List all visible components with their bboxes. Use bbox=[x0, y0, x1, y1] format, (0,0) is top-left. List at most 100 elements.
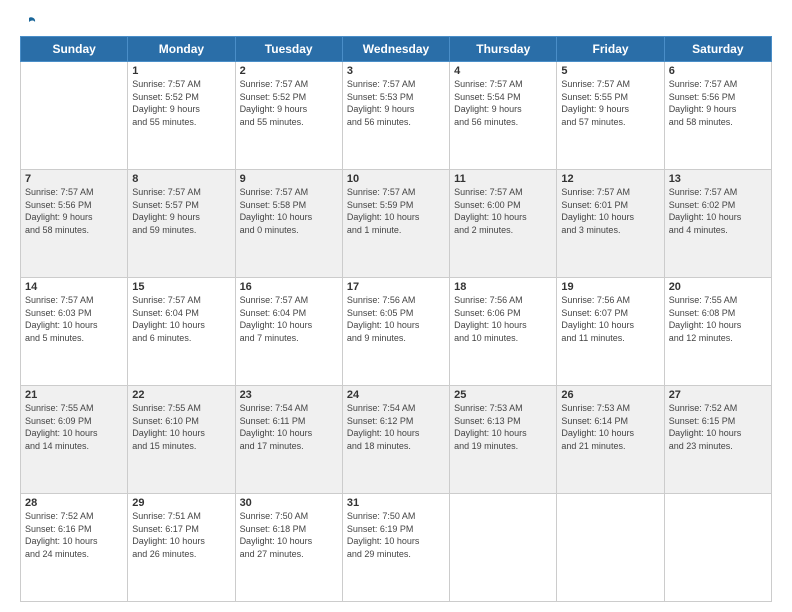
day-number: 19 bbox=[561, 281, 659, 293]
header bbox=[20, 16, 772, 28]
day-info: Sunrise: 7:57 AM Sunset: 5:53 PM Dayligh… bbox=[347, 78, 445, 128]
day-info: Sunrise: 7:55 AM Sunset: 6:10 PM Dayligh… bbox=[132, 402, 230, 452]
day-info: Sunrise: 7:57 AM Sunset: 5:52 PM Dayligh… bbox=[132, 78, 230, 128]
day-info: Sunrise: 7:56 AM Sunset: 6:05 PM Dayligh… bbox=[347, 294, 445, 344]
day-info: Sunrise: 7:55 AM Sunset: 6:08 PM Dayligh… bbox=[669, 294, 767, 344]
logo bbox=[20, 16, 38, 28]
day-number: 9 bbox=[240, 173, 338, 185]
calendar-cell: 28Sunrise: 7:52 AM Sunset: 6:16 PM Dayli… bbox=[21, 494, 128, 602]
day-info: Sunrise: 7:57 AM Sunset: 5:56 PM Dayligh… bbox=[25, 186, 123, 236]
calendar-cell: 16Sunrise: 7:57 AM Sunset: 6:04 PM Dayli… bbox=[235, 278, 342, 386]
calendar-cell: 25Sunrise: 7:53 AM Sunset: 6:13 PM Dayli… bbox=[450, 386, 557, 494]
calendar-cell: 29Sunrise: 7:51 AM Sunset: 6:17 PM Dayli… bbox=[128, 494, 235, 602]
day-of-week-header: Thursday bbox=[450, 37, 557, 62]
day-info: Sunrise: 7:57 AM Sunset: 5:56 PM Dayligh… bbox=[669, 78, 767, 128]
day-info: Sunrise: 7:57 AM Sunset: 6:00 PM Dayligh… bbox=[454, 186, 552, 236]
day-number: 24 bbox=[347, 389, 445, 401]
day-info: Sunrise: 7:56 AM Sunset: 6:07 PM Dayligh… bbox=[561, 294, 659, 344]
calendar-cell: 31Sunrise: 7:50 AM Sunset: 6:19 PM Dayli… bbox=[342, 494, 449, 602]
calendar-header-row: SundayMondayTuesdayWednesdayThursdayFrid… bbox=[21, 37, 772, 62]
calendar-cell: 18Sunrise: 7:56 AM Sunset: 6:06 PM Dayli… bbox=[450, 278, 557, 386]
day-number: 12 bbox=[561, 173, 659, 185]
day-info: Sunrise: 7:55 AM Sunset: 6:09 PM Dayligh… bbox=[25, 402, 123, 452]
calendar-cell: 8Sunrise: 7:57 AM Sunset: 5:57 PM Daylig… bbox=[128, 170, 235, 278]
calendar-cell: 2Sunrise: 7:57 AM Sunset: 5:52 PM Daylig… bbox=[235, 62, 342, 170]
day-info: Sunrise: 7:57 AM Sunset: 6:02 PM Dayligh… bbox=[669, 186, 767, 236]
day-info: Sunrise: 7:57 AM Sunset: 5:54 PM Dayligh… bbox=[454, 78, 552, 128]
calendar-cell: 23Sunrise: 7:54 AM Sunset: 6:11 PM Dayli… bbox=[235, 386, 342, 494]
day-info: Sunrise: 7:57 AM Sunset: 6:04 PM Dayligh… bbox=[132, 294, 230, 344]
day-number: 16 bbox=[240, 281, 338, 293]
day-number: 20 bbox=[669, 281, 767, 293]
day-of-week-header: Monday bbox=[128, 37, 235, 62]
day-number: 2 bbox=[240, 65, 338, 77]
calendar-cell: 9Sunrise: 7:57 AM Sunset: 5:58 PM Daylig… bbox=[235, 170, 342, 278]
calendar-cell: 26Sunrise: 7:53 AM Sunset: 6:14 PM Dayli… bbox=[557, 386, 664, 494]
day-info: Sunrise: 7:57 AM Sunset: 5:52 PM Dayligh… bbox=[240, 78, 338, 128]
day-number: 6 bbox=[669, 65, 767, 77]
day-info: Sunrise: 7:54 AM Sunset: 6:12 PM Dayligh… bbox=[347, 402, 445, 452]
calendar-cell: 24Sunrise: 7:54 AM Sunset: 6:12 PM Dayli… bbox=[342, 386, 449, 494]
day-number: 14 bbox=[25, 281, 123, 293]
day-info: Sunrise: 7:57 AM Sunset: 6:01 PM Dayligh… bbox=[561, 186, 659, 236]
calendar-cell: 11Sunrise: 7:57 AM Sunset: 6:00 PM Dayli… bbox=[450, 170, 557, 278]
calendar-cell: 30Sunrise: 7:50 AM Sunset: 6:18 PM Dayli… bbox=[235, 494, 342, 602]
calendar-cell: 10Sunrise: 7:57 AM Sunset: 5:59 PM Dayli… bbox=[342, 170, 449, 278]
day-info: Sunrise: 7:57 AM Sunset: 5:57 PM Dayligh… bbox=[132, 186, 230, 236]
day-number: 18 bbox=[454, 281, 552, 293]
day-number: 21 bbox=[25, 389, 123, 401]
day-number: 29 bbox=[132, 497, 230, 509]
calendar-table: SundayMondayTuesdayWednesdayThursdayFrid… bbox=[20, 36, 772, 602]
calendar-cell: 14Sunrise: 7:57 AM Sunset: 6:03 PM Dayli… bbox=[21, 278, 128, 386]
calendar-week-row: 21Sunrise: 7:55 AM Sunset: 6:09 PM Dayli… bbox=[21, 386, 772, 494]
calendar-cell: 7Sunrise: 7:57 AM Sunset: 5:56 PM Daylig… bbox=[21, 170, 128, 278]
day-info: Sunrise: 7:56 AM Sunset: 6:06 PM Dayligh… bbox=[454, 294, 552, 344]
calendar-cell: 20Sunrise: 7:55 AM Sunset: 6:08 PM Dayli… bbox=[664, 278, 771, 386]
day-info: Sunrise: 7:57 AM Sunset: 5:55 PM Dayligh… bbox=[561, 78, 659, 128]
calendar-cell: 1Sunrise: 7:57 AM Sunset: 5:52 PM Daylig… bbox=[128, 62, 235, 170]
calendar-week-row: 1Sunrise: 7:57 AM Sunset: 5:52 PM Daylig… bbox=[21, 62, 772, 170]
day-info: Sunrise: 7:57 AM Sunset: 6:03 PM Dayligh… bbox=[25, 294, 123, 344]
calendar-cell: 3Sunrise: 7:57 AM Sunset: 5:53 PM Daylig… bbox=[342, 62, 449, 170]
day-number: 13 bbox=[669, 173, 767, 185]
calendar-cell: 6Sunrise: 7:57 AM Sunset: 5:56 PM Daylig… bbox=[664, 62, 771, 170]
day-info: Sunrise: 7:52 AM Sunset: 6:15 PM Dayligh… bbox=[669, 402, 767, 452]
calendar-cell: 12Sunrise: 7:57 AM Sunset: 6:01 PM Dayli… bbox=[557, 170, 664, 278]
day-info: Sunrise: 7:50 AM Sunset: 6:19 PM Dayligh… bbox=[347, 510, 445, 560]
calendar-cell: 4Sunrise: 7:57 AM Sunset: 5:54 PM Daylig… bbox=[450, 62, 557, 170]
calendar-cell bbox=[664, 494, 771, 602]
day-number: 28 bbox=[25, 497, 123, 509]
day-number: 7 bbox=[25, 173, 123, 185]
day-info: Sunrise: 7:53 AM Sunset: 6:14 PM Dayligh… bbox=[561, 402, 659, 452]
day-info: Sunrise: 7:57 AM Sunset: 5:58 PM Dayligh… bbox=[240, 186, 338, 236]
calendar-week-row: 7Sunrise: 7:57 AM Sunset: 5:56 PM Daylig… bbox=[21, 170, 772, 278]
calendar-week-row: 14Sunrise: 7:57 AM Sunset: 6:03 PM Dayli… bbox=[21, 278, 772, 386]
day-info: Sunrise: 7:53 AM Sunset: 6:13 PM Dayligh… bbox=[454, 402, 552, 452]
day-info: Sunrise: 7:57 AM Sunset: 5:59 PM Dayligh… bbox=[347, 186, 445, 236]
calendar-cell bbox=[21, 62, 128, 170]
day-number: 3 bbox=[347, 65, 445, 77]
day-of-week-header: Sunday bbox=[21, 37, 128, 62]
calendar-cell: 15Sunrise: 7:57 AM Sunset: 6:04 PM Dayli… bbox=[128, 278, 235, 386]
day-info: Sunrise: 7:51 AM Sunset: 6:17 PM Dayligh… bbox=[132, 510, 230, 560]
day-number: 26 bbox=[561, 389, 659, 401]
day-number: 27 bbox=[669, 389, 767, 401]
day-of-week-header: Wednesday bbox=[342, 37, 449, 62]
day-of-week-header: Friday bbox=[557, 37, 664, 62]
day-number: 4 bbox=[454, 65, 552, 77]
calendar-cell: 19Sunrise: 7:56 AM Sunset: 6:07 PM Dayli… bbox=[557, 278, 664, 386]
day-number: 31 bbox=[347, 497, 445, 509]
day-number: 15 bbox=[132, 281, 230, 293]
day-number: 1 bbox=[132, 65, 230, 77]
day-of-week-header: Tuesday bbox=[235, 37, 342, 62]
logo-bird-icon bbox=[21, 16, 37, 32]
day-number: 8 bbox=[132, 173, 230, 185]
day-of-week-header: Saturday bbox=[664, 37, 771, 62]
day-info: Sunrise: 7:57 AM Sunset: 6:04 PM Dayligh… bbox=[240, 294, 338, 344]
day-number: 23 bbox=[240, 389, 338, 401]
day-number: 30 bbox=[240, 497, 338, 509]
day-number: 22 bbox=[132, 389, 230, 401]
calendar-cell: 27Sunrise: 7:52 AM Sunset: 6:15 PM Dayli… bbox=[664, 386, 771, 494]
day-info: Sunrise: 7:54 AM Sunset: 6:11 PM Dayligh… bbox=[240, 402, 338, 452]
calendar-week-row: 28Sunrise: 7:52 AM Sunset: 6:16 PM Dayli… bbox=[21, 494, 772, 602]
